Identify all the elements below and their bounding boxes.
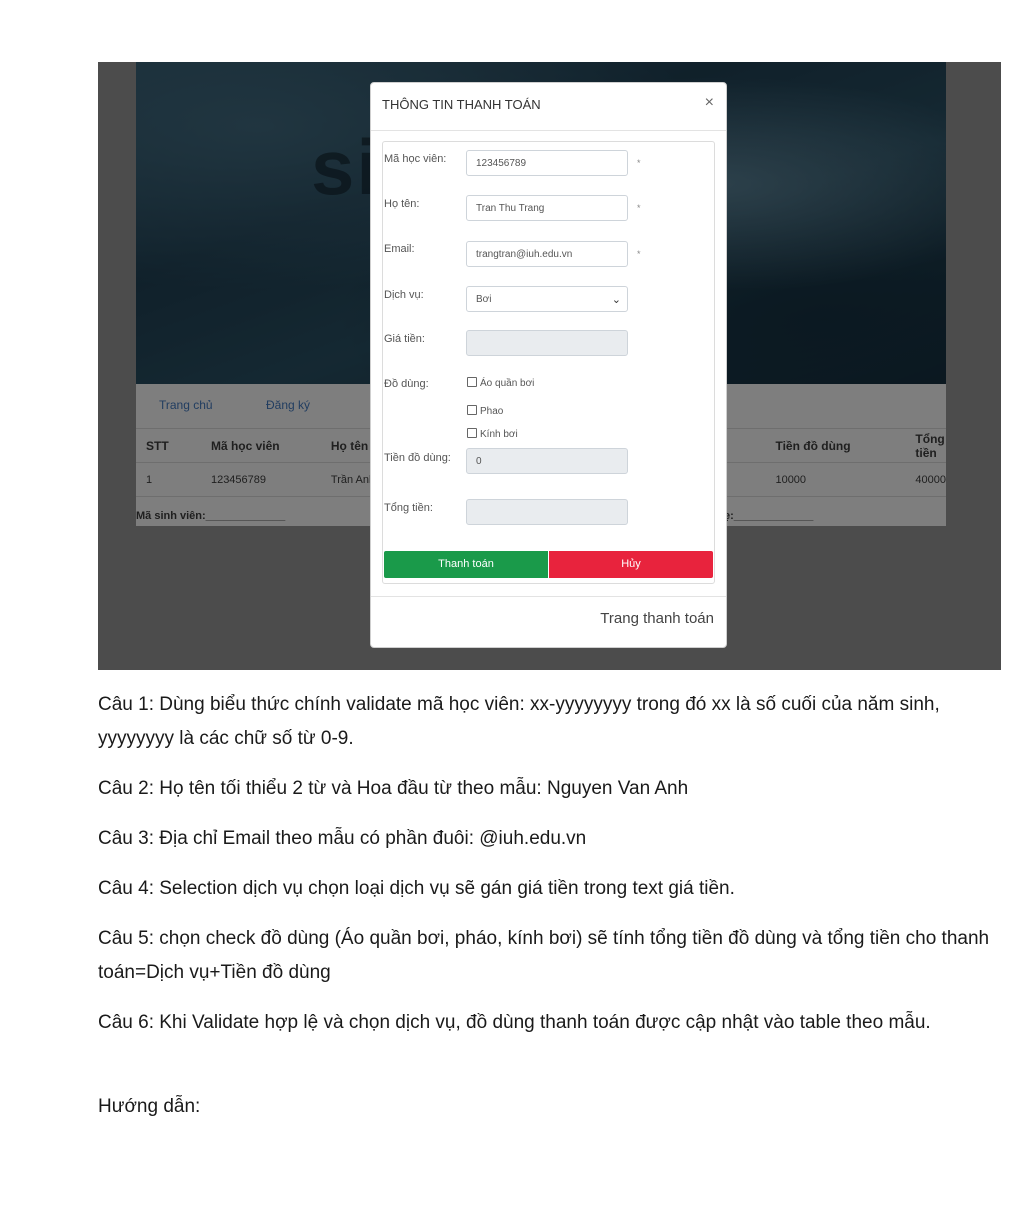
question-4: Câu 4: Selection dịch vụ chọn loại dịch … <box>98 878 735 899</box>
gia-tien-input <box>466 330 628 356</box>
question-5: Câu 5: chọn check đồ dùng (Áo quần bơi, … <box>98 928 990 983</box>
checkbox-label: Áo quần bơi <box>480 378 535 389</box>
label-ho-ten: Họ tên: <box>384 198 420 210</box>
label-do-dung: Đồ dùng: <box>384 378 429 390</box>
dich-vu-selected-value: Bơi <box>476 294 492 305</box>
label-ma-hoc-vien: Mã học viên: <box>384 153 447 165</box>
dich-vu-select[interactable]: Bơi ⌄ <box>466 286 628 312</box>
checkbox-icon[interactable] <box>467 377 477 387</box>
payment-form: Mã học viên: 123456789 * Họ tên: Tran Th… <box>382 141 715 584</box>
embedded-screenshot: si Trang chủ Đăng ký STT Mã học viên Họ … <box>98 62 1001 670</box>
modal-header-divider <box>371 130 726 131</box>
pay-button[interactable]: Thanh toán <box>384 551 548 578</box>
question-6: Câu 6: Khi Validate hợp lệ và chọn dịch … <box>98 1012 931 1033</box>
tien-do-dung-input: 0 <box>466 448 628 474</box>
required-mark: * <box>637 158 641 168</box>
question-2: Câu 2: Họ tên tối thiểu 2 từ và Hoa đầu … <box>98 778 689 799</box>
modal-footer-text: Trang thanh toán <box>600 610 714 627</box>
label-email: Email: <box>384 243 415 255</box>
tong-tien-input <box>466 499 628 525</box>
ho-ten-input[interactable]: Tran Thu Trang <box>466 195 628 221</box>
checkbox-icon[interactable] <box>467 428 477 438</box>
checkbox-phao[interactable]: Phao <box>467 405 503 417</box>
checkbox-label: Kính bơi <box>480 429 518 440</box>
modal-title: THÔNG TIN THANH TOÁN <box>382 97 541 112</box>
required-mark: * <box>637 249 641 259</box>
label-gia-tien: Giá tiền: <box>384 333 425 345</box>
checkbox-label: Phao <box>480 406 504 417</box>
required-mark: * <box>637 203 641 213</box>
question-1: Câu 1: Dùng biểu thức chính validate mã … <box>98 694 940 749</box>
question-3: Câu 3: Địa chỉ Email theo mẫu có phần đu… <box>98 828 587 849</box>
checkbox-kinh-boi[interactable]: Kính bơi <box>467 428 518 440</box>
modal-footer-divider <box>371 596 726 597</box>
instructions-heading: Hướng dẫn: <box>98 1096 201 1117</box>
cancel-button[interactable]: Hủy <box>549 551 713 578</box>
label-tien-do-dung: Tiền đồ dùng: <box>384 452 451 464</box>
close-icon[interactable]: × <box>705 94 714 112</box>
ma-hoc-vien-input[interactable]: 123456789 <box>466 150 628 176</box>
chevron-down-icon: ⌄ <box>611 294 621 306</box>
label-dich-vu: Dịch vụ: <box>384 289 424 301</box>
checkbox-icon[interactable] <box>467 405 477 415</box>
label-tong-tien: Tổng tiền: <box>384 502 433 514</box>
email-input[interactable]: trangtran@iuh.edu.vn <box>466 241 628 267</box>
checkbox-ao-quan-boi[interactable]: Áo quần bơi <box>467 377 534 389</box>
payment-modal: THÔNG TIN THANH TOÁN × Mã học viên: 1234… <box>370 82 727 648</box>
